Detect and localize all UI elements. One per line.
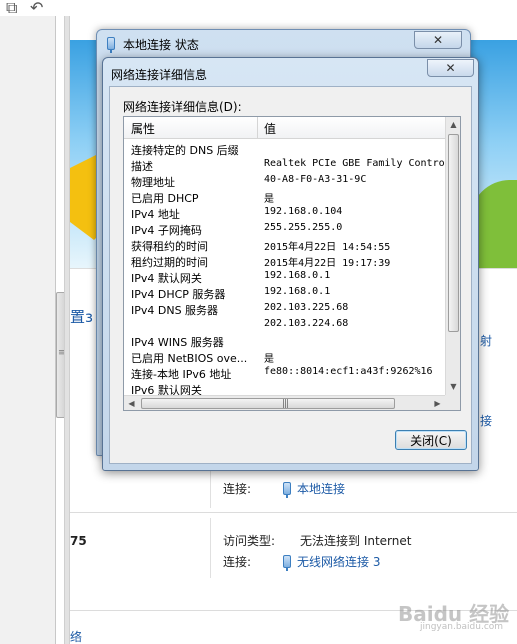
scroll-corner (445, 395, 460, 410)
close-icon: ✕ (432, 33, 444, 47)
connection-label: 连接: (223, 482, 252, 496)
right-text-fragment-2: 接 (480, 414, 493, 428)
property-cell: 已启用 NetBIOS ove... (131, 352, 248, 365)
property-cell: 描述 (131, 160, 153, 173)
value-cell: 202.103.225.68 (264, 302, 349, 313)
property-cell: 连接特定的 DNS 后缀 (131, 144, 239, 157)
table-row[interactable]: 连接-本地 IPv6 地址 fe80::8014:ecf1:a43f:9262%1… (124, 365, 445, 381)
table-row[interactable]: IPv4 WINS 服务器 (124, 333, 445, 349)
value-cell: 192.168.0.1 (264, 286, 331, 297)
table-row[interactable]: IPv4 默认网关 192.168.0.1 (124, 269, 445, 285)
column-header-value[interactable]: 值 (264, 120, 276, 137)
table-row[interactable]: 202.103.224.68 (124, 317, 445, 333)
bottom-text-fragment: 络 (70, 630, 83, 644)
column-header-property[interactable]: 属性 (131, 120, 155, 137)
property-cell: 获得租约的时间 (131, 240, 208, 253)
horizontal-scroll-thumb[interactable]: ||| (141, 398, 395, 409)
table-row[interactable]: 获得租约的时间 2015年4月22日 14:54:55 (124, 237, 445, 253)
dialog-client-area: 网络连接详细信息(D): 属性 值 连接特定的 DNS 后缀 描述 Realtek … (109, 86, 472, 464)
property-cell: 物理地址 (131, 176, 175, 189)
vertical-scroll-thumb[interactable] (448, 134, 459, 332)
scroll-left-icon[interactable]: ◀ (124, 396, 139, 410)
property-cell: 租约过期的时间 (131, 256, 208, 269)
side-text-fragment: 置з (70, 308, 93, 326)
local-connection-link[interactable]: 本地连接 (283, 480, 346, 498)
vertical-scrollbar[interactable]: ▲ ▼ (445, 117, 460, 395)
network-connection-details-dialog: 网络连接详细信息 ✕ 网络连接详细信息(D): 属性 值 连接特定的 DNS 后… (102, 57, 479, 471)
window-close-button[interactable]: ✕ (414, 31, 462, 49)
property-cell: 已启用 DHCP (131, 192, 199, 205)
close-icon: ✕ (445, 61, 456, 75)
value-cell: 40-A8-F0-A3-31-9C (264, 174, 367, 185)
table-row[interactable]: 已启用 NetBIOS ove... 是 (124, 349, 445, 365)
property-cell: IPv4 DHCP 服务器 (131, 288, 226, 301)
table-row[interactable]: IPv4 DNS 服务器 202.103.225.68 (124, 301, 445, 317)
property-cell: IPv4 DNS 服务器 (131, 304, 219, 317)
local-connection-link-text: 本地连接 (297, 482, 346, 496)
wireless-connection-link-text: 无线网络连接 3 (297, 555, 381, 569)
value-cell: 192.168.0.1 (264, 270, 331, 281)
property-cell: IPv4 WINS 服务器 (131, 336, 224, 349)
property-cell: IPv4 地址 (131, 208, 180, 221)
network-adapter-icon (107, 37, 115, 53)
column-separator[interactable] (257, 117, 258, 139)
details-list-label: 网络连接详细信息(D): (123, 100, 242, 114)
network-number-fragment: 75 (70, 534, 87, 548)
scroll-right-icon[interactable]: ▶ (430, 396, 445, 410)
divider (70, 512, 517, 513)
undo-icon[interactable]: ↶ (30, 0, 43, 17)
list-header: 属性 值 (124, 117, 445, 139)
value-cell: 是 (264, 194, 274, 205)
scroll-grip-icon: ||| (282, 399, 289, 409)
table-row[interactable]: 租约过期的时间 2015年4月22日 19:17:39 (124, 253, 445, 269)
value-cell: Realtek PCIe GBE Family Controller (264, 158, 445, 169)
close-button[interactable]: 关闭(C) (395, 430, 467, 450)
window-title: 本地连接 状态 (123, 38, 199, 52)
table-row[interactable]: IPv4 地址 192.168.0.104 (124, 205, 445, 221)
table-row[interactable]: 连接特定的 DNS 后缀 (124, 141, 445, 157)
table-row[interactable]: 已启用 DHCP 是 (124, 189, 445, 205)
watermark-url: jingyan.baidu.com (420, 622, 504, 632)
value-cell: fe80::8014:ecf1:a43f:9262%16 (264, 366, 433, 377)
network-adapter-icon (283, 555, 291, 571)
table-row[interactable]: IPv6 默认网关 (124, 381, 445, 395)
value-cell: 是 (264, 354, 274, 365)
property-cell: IPv4 子网掩码 (131, 224, 202, 237)
access-type-value: 无法连接到 Internet (300, 534, 412, 548)
value-cell: 255.255.255.0 (264, 222, 343, 233)
table-row[interactable]: IPv4 子网掩码 255.255.255.0 (124, 221, 445, 237)
property-cell: 连接-本地 IPv6 地址 (131, 368, 232, 381)
dialog-title: 网络连接详细信息 (111, 68, 208, 82)
horizontal-scrollbar[interactable]: ◀ ||| ▶ (124, 395, 445, 410)
access-type-label: 访问类型: (223, 534, 276, 548)
dialog-close-button[interactable]: ✕ (427, 59, 474, 77)
value-cell: 202.103.224.68 (264, 318, 349, 329)
property-cell: IPv4 默认网关 (131, 272, 202, 285)
value-cell: 2015年4月22日 14:54:55 (264, 242, 391, 253)
divider (210, 468, 211, 508)
wireless-connection-link[interactable]: 无线网络连接 3 (283, 553, 381, 571)
connection-label-2: 连接: (223, 555, 252, 569)
details-list[interactable]: 属性 值 连接特定的 DNS 后缀 描述 Realtek PCIe GBE Fami… (123, 116, 461, 411)
divider (210, 518, 211, 578)
table-row[interactable]: IPv4 DHCP 服务器 192.168.0.1 (124, 285, 445, 301)
scroll-up-icon[interactable]: ▲ (446, 117, 460, 132)
background-left-panel (0, 16, 56, 644)
scroll-down-icon[interactable]: ▼ (446, 379, 460, 394)
value-cell: 2015年4月22日 19:17:39 (264, 258, 391, 269)
value-cell: 192.168.0.104 (264, 206, 343, 217)
table-row[interactable]: 物理地址 40-A8-F0-A3-31-9C (124, 173, 445, 189)
right-text-fragment-1: 射 (480, 334, 493, 348)
property-cell: IPv6 默认网关 (131, 384, 202, 395)
network-adapter-icon (283, 482, 291, 498)
table-row[interactable]: 描述 Realtek PCIe GBE Family Controller (124, 157, 445, 173)
list-rows: 连接特定的 DNS 后缀 描述 Realtek PCIe GBE Family Co… (124, 141, 445, 395)
background-toolbar: ⧉ ↶ (0, 0, 517, 17)
